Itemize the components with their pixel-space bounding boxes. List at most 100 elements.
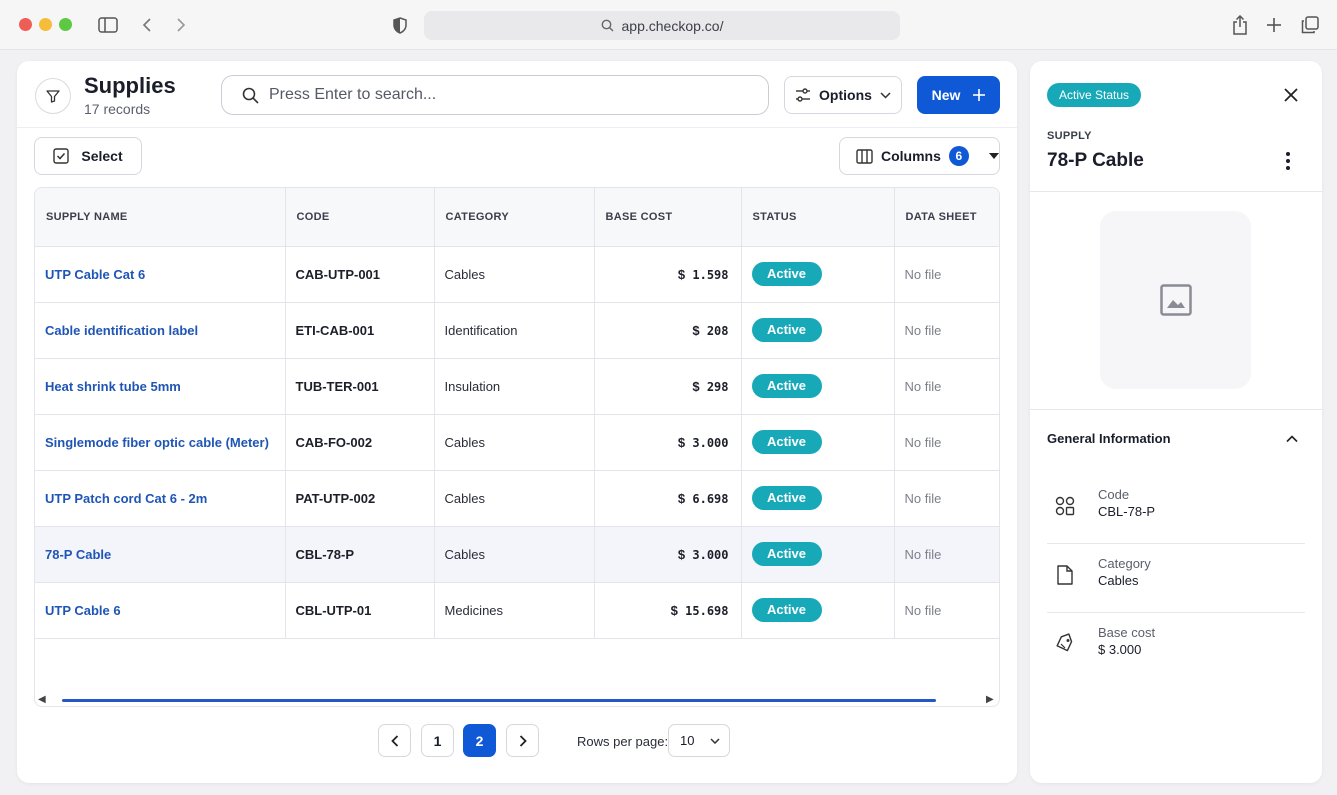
close-window-button[interactable] [19, 18, 32, 31]
supply-name-link[interactable]: Cable identification label [35, 302, 286, 359]
address-bar[interactable]: app.checkop.co/ [424, 11, 900, 40]
base-cost-cell: $ 1.598 [594, 246, 742, 303]
table-row[interactable]: UTP Cable 6 CBL-UTP-01 Medicines $ 15.69… [35, 582, 999, 639]
category-cell: Cables [434, 526, 595, 583]
document-icon [1057, 565, 1073, 585]
info-value: CBL-78-P [1098, 504, 1156, 519]
header-supply-name[interactable]: SUPPLY NAME [35, 188, 286, 247]
scroll-right-icon[interactable]: ▶ [986, 694, 994, 705]
new-label: New [931, 87, 961, 103]
table-row[interactable]: Heat shrink tube 5mm TUB-TER-001 Insulat… [35, 358, 999, 415]
search-icon [242, 87, 259, 104]
table-row[interactable]: Cable identification label ETI-CAB-001 I… [35, 302, 999, 359]
code-cell: CBL-78-P [285, 526, 435, 583]
status-cell: Active [741, 246, 895, 303]
info-row-category: Category Cables [1047, 545, 1305, 613]
maximize-window-button[interactable] [59, 18, 72, 31]
rows-per-page-select[interactable]: 10 [668, 724, 730, 757]
cost-value: 3.000 [692, 435, 729, 450]
chevron-down-icon [880, 91, 891, 99]
new-button[interactable]: New [917, 76, 1000, 114]
forward-icon[interactable] [170, 14, 192, 36]
search-box[interactable] [221, 75, 769, 115]
columns-button[interactable]: Columns 6 [839, 137, 1000, 175]
close-panel-button[interactable] [1280, 84, 1302, 106]
filter-button[interactable] [35, 78, 71, 114]
table-header-row: SUPPLY NAME CODE CATEGORY BASE COST STAT… [35, 188, 999, 247]
info-label: Base cost [1098, 625, 1156, 640]
table-row[interactable]: UTP Cable Cat 6 CAB-UTP-001 Cables $ 1.5… [35, 246, 999, 303]
supply-name-link[interactable]: UTP Cable Cat 6 [35, 246, 286, 303]
search-input[interactable] [269, 86, 729, 104]
cost-value: 208 [706, 323, 729, 338]
panel-divider [1030, 409, 1322, 410]
page-1-button[interactable]: 1 [421, 724, 454, 757]
header-status[interactable]: STATUS [741, 188, 895, 247]
status-cell: Active [741, 582, 895, 639]
share-icon[interactable] [1229, 14, 1251, 36]
cost-value: 15.698 [685, 603, 729, 618]
panel-divider [1030, 191, 1322, 192]
header-category[interactable]: CATEGORY [434, 188, 595, 247]
sidebar-toggle-icon[interactable] [97, 14, 119, 36]
header-base-cost[interactable]: BASE COST [594, 188, 742, 247]
general-information-title[interactable]: General Information [1047, 431, 1171, 446]
minimize-window-button[interactable] [39, 18, 52, 31]
scroll-left-icon[interactable]: ◀ [38, 694, 46, 705]
supply-name-link[interactable]: UTP Patch cord Cat 6 - 2m [35, 470, 286, 527]
info-value: Cables [1098, 573, 1139, 588]
tab-overview-icon[interactable] [1299, 14, 1321, 36]
new-tab-icon[interactable] [1263, 14, 1285, 36]
options-button[interactable]: Options [784, 76, 902, 114]
horizontal-scrollbar[interactable] [62, 699, 936, 702]
base-cost-cell: $ 15.698 [594, 582, 742, 639]
active-status-badge: Active Status [1047, 83, 1142, 107]
supply-name-link[interactable]: Heat shrink tube 5mm [35, 358, 286, 415]
more-options-icon[interactable] [1280, 149, 1296, 173]
table-row[interactable]: UTP Patch cord Cat 6 - 2m PAT-UTP-002 Ca… [35, 470, 999, 527]
columns-count-badge: 6 [948, 146, 969, 166]
status-badge: Active [751, 430, 822, 454]
status-badge: Active [751, 318, 822, 342]
status-badge: Active [751, 374, 822, 398]
rows-per-page-label: Rows per page: [577, 734, 669, 749]
base-cost-cell: $ 3.000 [594, 414, 742, 471]
previous-page-button[interactable] [378, 724, 411, 757]
category-cell: Insulation [434, 358, 595, 415]
select-button[interactable]: Select [34, 137, 142, 175]
info-label: Category [1098, 556, 1151, 571]
data-sheet-cell: No file [894, 526, 999, 583]
chevron-right-icon [519, 734, 527, 747]
supply-name-link[interactable]: Singlemode fiber optic cable (Meter) [35, 414, 286, 471]
status-cell: Active [741, 358, 895, 415]
status-cell: Active [741, 470, 895, 527]
sliders-icon [796, 88, 811, 102]
record-type-label: SUPPLY [1047, 130, 1092, 142]
chevron-down-icon [710, 737, 720, 744]
back-icon[interactable] [136, 14, 158, 36]
supply-name-link[interactable]: UTP Cable 6 [35, 582, 286, 639]
table-row-selected[interactable]: 78-P Cable CBL-78-P Cables $ 3.000 Activ… [35, 526, 999, 583]
image-placeholder[interactable] [1100, 211, 1251, 389]
header-data-sheet[interactable]: DATA SHEET [894, 188, 999, 247]
chevron-up-icon[interactable] [1284, 431, 1300, 447]
close-icon [1284, 88, 1298, 102]
header-code[interactable]: CODE [285, 188, 435, 247]
data-sheet-cell: No file [894, 470, 999, 527]
page-2-button[interactable]: 2 [463, 724, 496, 757]
privacy-shield-icon[interactable] [389, 14, 411, 36]
columns-label: Columns [881, 148, 941, 164]
checkbox-icon [53, 148, 70, 164]
next-page-button[interactable] [506, 724, 539, 757]
data-sheet-cell: No file [894, 358, 999, 415]
currency-symbol: $ [692, 378, 700, 394]
chevron-left-icon [390, 734, 398, 747]
base-cost-cell: $ 208 [594, 302, 742, 359]
browser-toolbar: app.checkop.co/ [0, 0, 1337, 50]
plus-icon [973, 89, 986, 101]
url-text: app.checkop.co/ [621, 17, 724, 34]
search-icon [601, 19, 614, 32]
supply-title: 78-P Cable [1047, 150, 1144, 171]
table-row[interactable]: Singlemode fiber optic cable (Meter) CAB… [35, 414, 999, 471]
supply-name-link[interactable]: 78-P Cable [35, 526, 286, 583]
